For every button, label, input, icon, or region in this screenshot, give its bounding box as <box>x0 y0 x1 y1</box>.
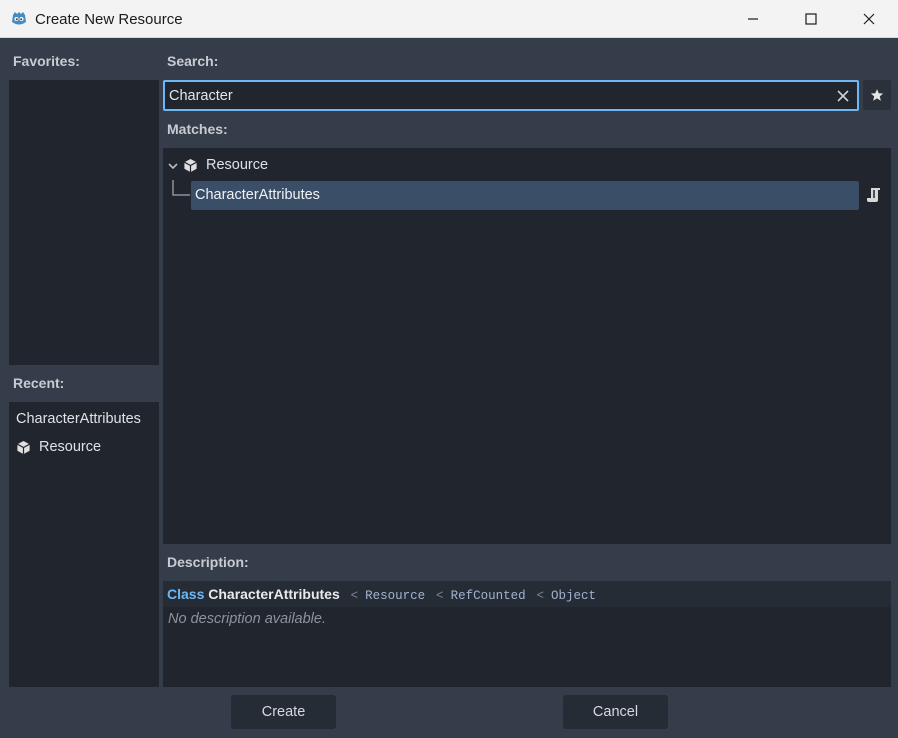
maximize-icon <box>805 13 817 25</box>
inherit-link-resource[interactable]: Resource <box>365 589 425 603</box>
godot-logo-icon <box>12 12 26 25</box>
clear-search-button[interactable] <box>833 86 853 106</box>
cube-icon <box>184 158 197 172</box>
cube-icon <box>17 440 30 454</box>
create-button[interactable]: Create <box>231 695 336 729</box>
tree-connector <box>172 180 190 196</box>
chevron-down-icon[interactable] <box>167 160 179 172</box>
close-button[interactable] <box>840 0 898 38</box>
tree-item-resource[interactable]: Resource <box>183 157 268 173</box>
description-label: Description: <box>167 554 249 570</box>
recent-label: Recent: <box>13 375 65 391</box>
script-icon[interactable] <box>866 186 884 204</box>
close-icon <box>837 90 849 102</box>
window-title: Create New Resource <box>35 11 183 28</box>
matches-label: Matches: <box>167 121 228 137</box>
recent-item-characterattributes[interactable]: CharacterAttributes <box>16 411 141 427</box>
inheritance-separator: < <box>436 589 444 603</box>
inheritance-separator: < <box>350 589 359 603</box>
inherit-link-refcounted[interactable]: RefCounted <box>451 589 526 603</box>
recent-item-label: Resource <box>39 439 102 455</box>
minimize-icon <box>748 18 758 20</box>
add-favorite-button[interactable] <box>863 80 891 110</box>
favorites-list[interactable] <box>9 80 159 365</box>
close-icon <box>863 13 875 25</box>
description-header: Class CharacterAttributes < Resource < Ref… <box>163 581 891 607</box>
tree-item-label: CharacterAttributes <box>195 187 320 203</box>
class-name: CharacterAttributes <box>208 586 340 602</box>
tree-item-label: Resource <box>206 157 269 173</box>
search-input[interactable] <box>169 85 809 107</box>
search-box <box>163 80 859 111</box>
title-bar: Create New Resource <box>0 0 898 38</box>
tree-item-characterattributes[interactable]: CharacterAttributes <box>191 181 859 210</box>
inheritance-separator: < <box>536 589 544 603</box>
recent-item-resource[interactable]: Resource <box>16 439 101 455</box>
favorites-label: Favorites: <box>13 53 80 69</box>
maximize-button[interactable] <box>782 0 840 38</box>
recent-item-label: CharacterAttributes <box>16 411 141 427</box>
class-keyword: Class <box>167 586 205 602</box>
description-text: No description available. <box>168 611 326 627</box>
inherit-link-object[interactable]: Object <box>551 589 596 603</box>
star-icon <box>870 89 884 101</box>
minimize-button[interactable] <box>724 0 782 38</box>
search-label: Search: <box>167 53 219 69</box>
cancel-button[interactable]: Cancel <box>563 695 668 729</box>
